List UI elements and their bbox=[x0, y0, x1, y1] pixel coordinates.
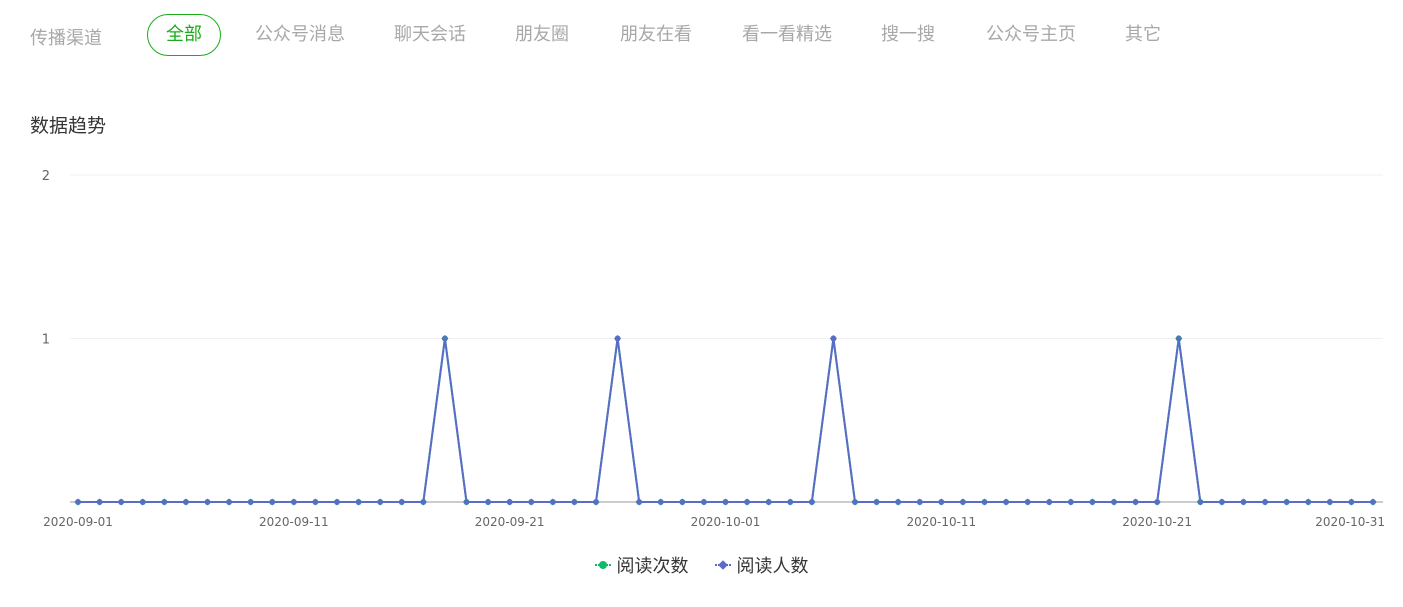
x-tick-label: 2020-10-21 bbox=[1122, 515, 1192, 529]
data-point-1-57 bbox=[1304, 498, 1312, 506]
data-point-1-18 bbox=[463, 498, 470, 506]
data-point-1-48 bbox=[1110, 498, 1118, 506]
data-point-1-26 bbox=[635, 498, 643, 506]
tab-search[interactable]: 搜一搜 bbox=[881, 15, 935, 55]
data-point-1-13 bbox=[355, 498, 363, 506]
series-line-1 bbox=[78, 337, 1373, 503]
data-point-1-30 bbox=[722, 498, 729, 506]
data-point-1-41 bbox=[959, 498, 967, 506]
data-point-1-29 bbox=[700, 498, 708, 506]
data-point-1-45 bbox=[1045, 498, 1053, 506]
data-point-1-49 bbox=[1132, 498, 1140, 506]
x-tick-label: 2020-09-11 bbox=[259, 515, 329, 529]
x-tick-label: 2020-09-01 bbox=[43, 515, 113, 529]
data-point-1-32 bbox=[765, 498, 773, 506]
channel-filter-label: 传播渠道 bbox=[30, 28, 102, 49]
data-point-1-28 bbox=[678, 498, 686, 506]
y-tick-label: 2 bbox=[42, 169, 50, 184]
data-point-1-47 bbox=[1088, 498, 1096, 506]
data-point-1-10 bbox=[290, 498, 298, 506]
data-point-1-40 bbox=[937, 498, 945, 506]
legend-label-reader-count: 阅读人数 bbox=[736, 556, 809, 577]
data-point-1-39 bbox=[916, 498, 924, 506]
data-point-1-31 bbox=[743, 498, 751, 506]
data-point-1-33 bbox=[786, 498, 794, 506]
data-point-1-35 bbox=[829, 335, 837, 342]
data-point-1-36 bbox=[851, 498, 859, 506]
legend-label-read-count: 阅读次数 bbox=[616, 556, 689, 577]
data-point-1-58 bbox=[1326, 498, 1334, 506]
legend-item-read-count[interactable]: 阅读次数 bbox=[594, 552, 689, 578]
tab-moments[interactable]: 朋友圈 bbox=[515, 15, 569, 55]
data-point-1-50 bbox=[1153, 498, 1161, 506]
data-point-1-15 bbox=[398, 498, 406, 506]
tab-all[interactable]: 全部 bbox=[147, 14, 221, 56]
tab-other[interactable]: 其它 bbox=[1125, 15, 1161, 55]
data-point-1-0 bbox=[74, 498, 82, 506]
data-point-1-2 bbox=[117, 498, 125, 506]
legend-item-reader-count[interactable]: 阅读人数 bbox=[714, 552, 809, 578]
channel-filter-bar: 传播渠道 全部 公众号消息 聊天会话 朋友圈 朋友在看 看一看精选 搜一搜 公众… bbox=[0, 14, 1403, 56]
data-point-1-4 bbox=[160, 498, 168, 506]
tab-official-account-messages[interactable]: 公众号消息 bbox=[255, 15, 345, 55]
tab-friends-watching[interactable]: 朋友在看 bbox=[620, 15, 692, 55]
x-tick-label: 2020-09-21 bbox=[475, 515, 545, 529]
tab-top-stories[interactable]: 看一看精选 bbox=[742, 15, 832, 55]
data-point-1-34 bbox=[808, 498, 816, 506]
data-point-1-46 bbox=[1067, 498, 1075, 506]
y-tick-label: 1 bbox=[42, 333, 50, 348]
data-point-1-1 bbox=[96, 498, 104, 506]
data-point-1-16 bbox=[419, 498, 427, 506]
data-point-1-14 bbox=[376, 498, 384, 506]
tab-account-homepage[interactable]: 公众号主页 bbox=[986, 15, 1076, 55]
data-point-1-27 bbox=[657, 498, 665, 506]
data-point-1-53 bbox=[1218, 498, 1226, 506]
x-tick-label: 2020-10-31 bbox=[1315, 515, 1385, 529]
data-point-1-52 bbox=[1196, 498, 1204, 506]
section-title: 数据趋势 bbox=[30, 115, 107, 137]
data-point-1-54 bbox=[1240, 498, 1247, 506]
data-point-1-60 bbox=[1369, 498, 1377, 506]
legend-swatch-read-count bbox=[594, 560, 611, 570]
data-point-1-19 bbox=[484, 498, 492, 506]
data-point-1-8 bbox=[247, 498, 255, 506]
data-point-1-9 bbox=[268, 498, 276, 506]
data-point-1-51 bbox=[1175, 335, 1183, 342]
x-tick-label: 2020-10-01 bbox=[691, 515, 761, 529]
data-point-1-24 bbox=[592, 498, 600, 506]
data-point-1-42 bbox=[981, 498, 988, 506]
data-point-1-12 bbox=[333, 498, 341, 506]
legend-swatch-reader-count bbox=[714, 560, 731, 570]
data-point-1-22 bbox=[549, 498, 557, 506]
data-point-1-44 bbox=[1024, 498, 1032, 506]
data-point-1-6 bbox=[204, 498, 211, 506]
data-point-1-3 bbox=[139, 498, 147, 506]
data-point-1-55 bbox=[1261, 498, 1269, 506]
trend-chart: 1 2 2020-09-01 2020-09-11 2020-09-21 2020-10-… bbox=[42, 169, 1385, 529]
data-point-1-21 bbox=[527, 498, 535, 506]
data-point-1-43 bbox=[1002, 498, 1010, 506]
chart-legend: 阅读次数 阅读人数 bbox=[0, 552, 1403, 578]
data-point-1-25 bbox=[614, 335, 622, 342]
data-point-1-7 bbox=[225, 498, 233, 506]
data-point-1-5 bbox=[182, 498, 190, 506]
data-point-1-11 bbox=[311, 498, 319, 506]
data-point-1-20 bbox=[506, 498, 514, 506]
x-tick-label: 2020-10-11 bbox=[906, 515, 976, 529]
data-point-1-59 bbox=[1347, 498, 1355, 506]
data-point-1-37 bbox=[873, 498, 881, 506]
series-line-0 bbox=[78, 337, 1373, 503]
data-point-1-38 bbox=[894, 498, 902, 506]
data-point-1-56 bbox=[1283, 498, 1291, 506]
tab-chat-sessions[interactable]: 聊天会话 bbox=[394, 15, 466, 55]
data-point-1-23 bbox=[570, 498, 578, 506]
data-point-1-17 bbox=[441, 335, 449, 342]
